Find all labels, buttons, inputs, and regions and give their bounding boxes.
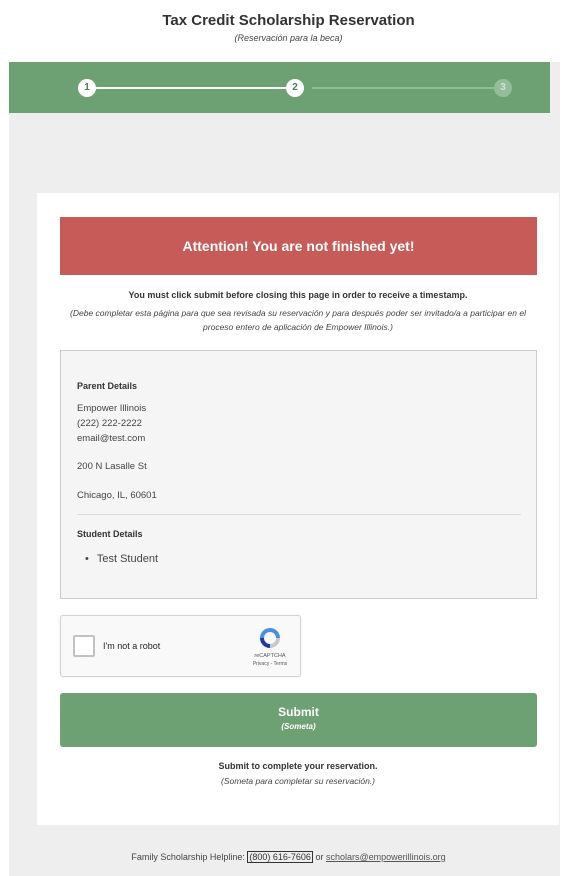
parent-name: Empower Illinois (77, 403, 147, 414)
parent-address-line2: Chicago, IL, 60601 (77, 490, 157, 501)
submit-button-label: Submit (278, 705, 319, 719)
progress-stepper: 1 2 3 (9, 62, 550, 113)
page-title: Tax Credit Scholarship Reservation (162, 12, 415, 29)
parent-details-heading: Parent Details (77, 381, 138, 391)
details-divider (77, 514, 521, 515)
parent-email: email@test.com (77, 433, 146, 444)
page-subtitle: (Reservación para la beca) (234, 33, 343, 43)
attention-alert: Attention! You are not finished yet! (60, 217, 537, 275)
step-connector-complete (96, 87, 294, 89)
recaptcha-logo-icon (260, 628, 280, 648)
page-footer: Family Scholarship Helpline: (800) 616-7… (0, 851, 577, 863)
recaptcha-label: I'm not a robot (103, 641, 161, 651)
recaptcha-terms-link[interactable]: Privacy - Terms (243, 661, 297, 667)
submit-instruction-spanish: (Someta para completar su reservación.) (220, 776, 375, 786)
page-header: Tax Credit Scholarship Reservation (Rese… (0, 0, 577, 62)
helpline-label: Family Scholarship Helpline: (131, 852, 245, 862)
reservation-card: Attention! You are not finished yet! You… (37, 193, 559, 825)
student-list-item: Test Student (85, 553, 158, 565)
parent-address-line1: 200 N Lasalle St (77, 461, 147, 472)
step-2-indicator: 2 (286, 79, 304, 97)
timestamp-notice-spanish: (Debe completar esta página para que sea… (70, 308, 526, 332)
timestamp-notice: You must click submit before closing thi… (128, 290, 468, 300)
details-panel: Parent Details Empower Illinois (222) 22… (60, 350, 537, 599)
recaptcha-widget: I'm not a robot reCAPTCHA Privacy - Term… (60, 615, 301, 677)
step-1-indicator: 1 (78, 79, 96, 97)
step-connector-pending (312, 87, 500, 89)
parent-phone: (222) 222-2222 (77, 418, 142, 429)
submit-instruction: Submit to complete your reservation. (218, 761, 378, 771)
submit-button[interactable]: Submit (Someta) (60, 693, 537, 747)
submit-button-sublabel: (Someta) (281, 722, 316, 731)
helpline-email-link[interactable]: scholars@empowerillinois.org (326, 852, 446, 862)
helpline-phone[interactable]: (800) 616-7606 (247, 851, 313, 863)
step-3-indicator: 3 (494, 79, 512, 97)
recaptcha-brand: reCAPTCHA (254, 653, 286, 659)
student-details-heading: Student Details (77, 529, 143, 539)
recaptcha-checkbox[interactable] (73, 635, 95, 657)
footer-joiner: or (315, 852, 324, 862)
